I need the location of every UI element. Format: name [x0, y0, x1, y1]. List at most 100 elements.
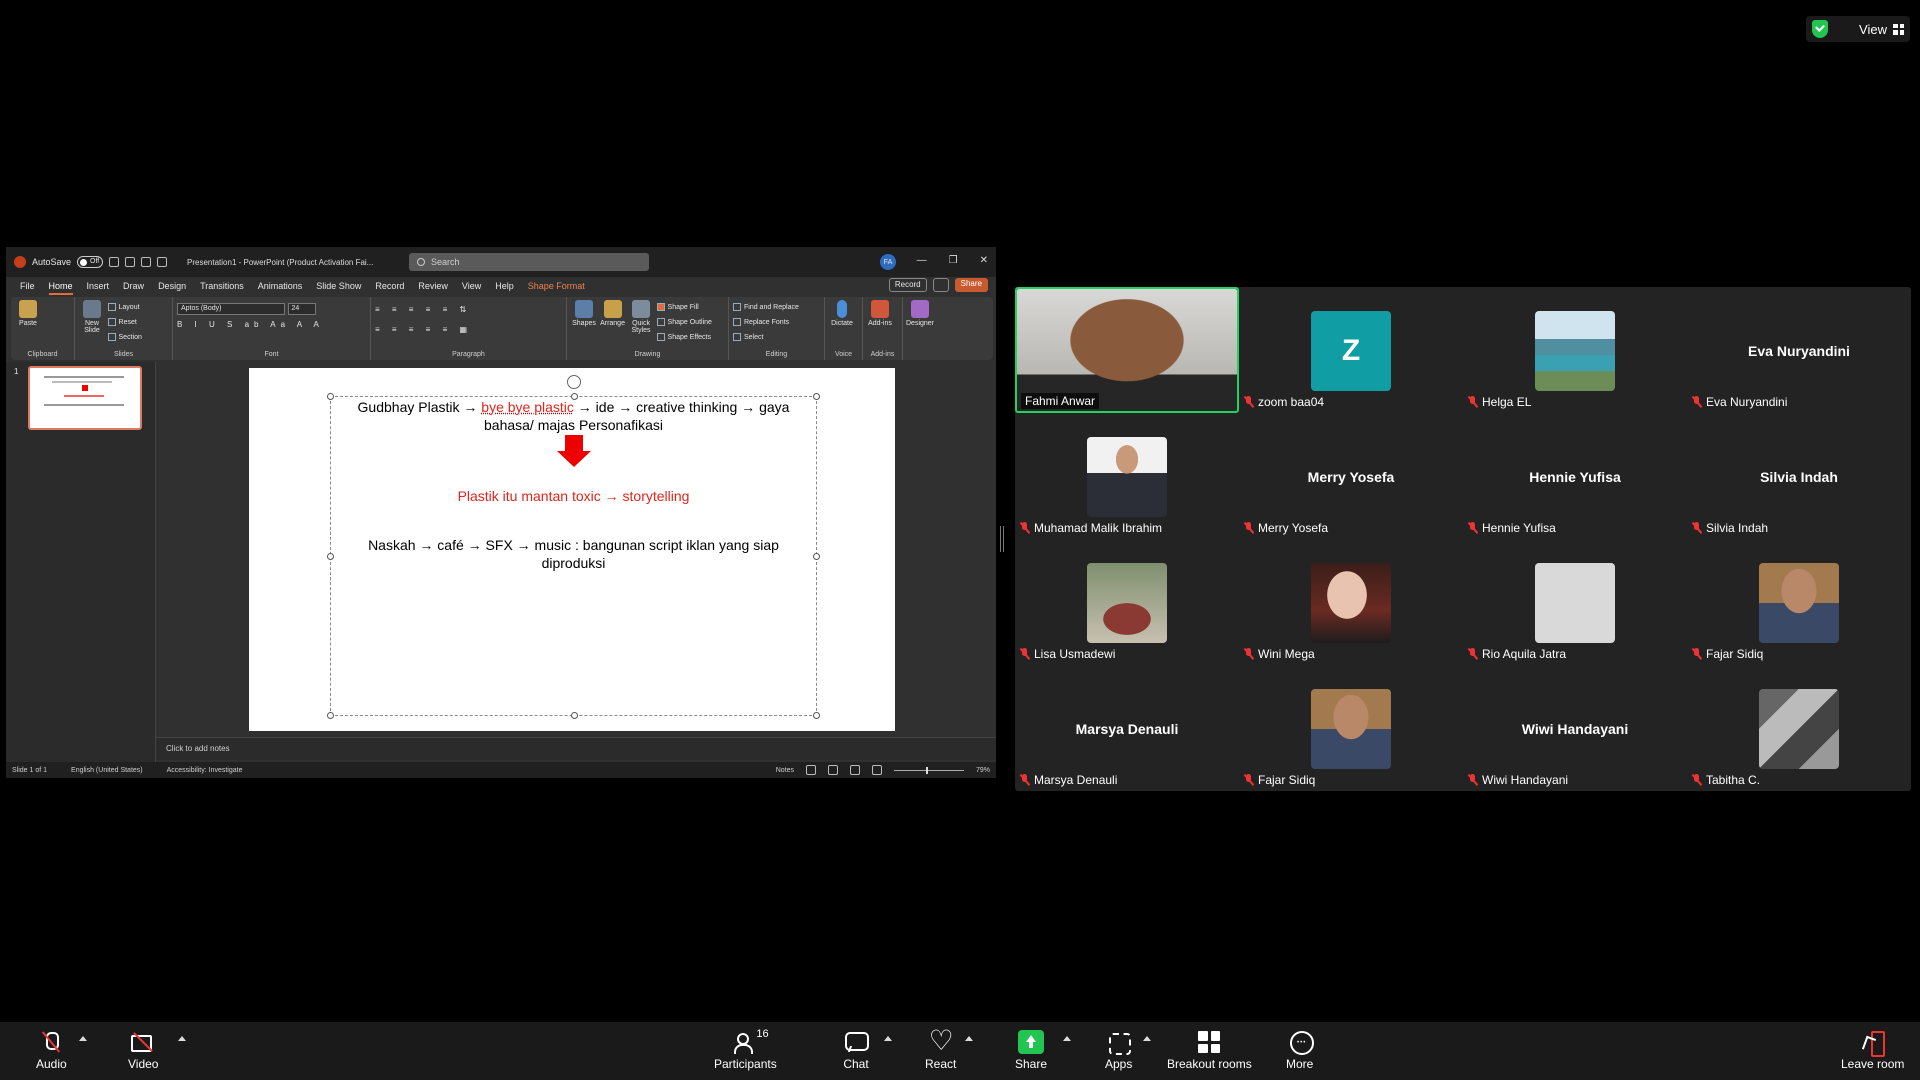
participant-tile[interactable]: Fahmi Anwar — [1015, 287, 1239, 413]
react-options-caret[interactable] — [965, 1036, 973, 1041]
undo-icon[interactable] — [125, 257, 136, 267]
share-button[interactable]: Share — [954, 278, 988, 292]
view-button[interactable]: View — [1859, 22, 1904, 37]
list-buttons[interactable]: ≡ ≡ ≡ ≡ ≡ ⇅ — [375, 300, 562, 320]
react-button[interactable]: React — [925, 1024, 956, 1071]
participant-tile[interactable]: Helga EL — [1463, 287, 1687, 413]
restore-icon[interactable]: ❐ — [949, 255, 958, 266]
ppt-search-box[interactable]: Search — [409, 253, 649, 271]
close-icon[interactable]: ✕ — [980, 255, 988, 266]
autosave-toggle[interactable]: Off — [77, 256, 104, 268]
participant-tile[interactable]: Fajar Sidiq — [1687, 539, 1911, 665]
reset-button[interactable]: Reset — [107, 315, 142, 330]
paste-button[interactable]: Paste — [15, 300, 41, 327]
font-size-select[interactable]: 24 — [287, 303, 316, 315]
new-slide-button[interactable]: New Slide — [79, 300, 105, 334]
audio-options-caret[interactable] — [79, 1036, 87, 1041]
designer-button[interactable]: Designer — [906, 300, 934, 327]
slide-thumbnail[interactable] — [28, 366, 142, 430]
tab-record[interactable]: Record — [375, 281, 404, 291]
resize-handle[interactable] — [571, 712, 578, 719]
tab-review[interactable]: Review — [418, 281, 448, 291]
apps-button[interactable]: Apps — [1105, 1030, 1132, 1071]
redo-icon[interactable] — [141, 257, 152, 267]
leave-room-button[interactable]: Leave room — [1841, 1030, 1904, 1071]
accessibility-status[interactable]: Accessibility: Investigate — [167, 767, 243, 774]
select-button[interactable]: Select — [733, 330, 820, 345]
arrange-button[interactable]: Arrange — [600, 300, 626, 327]
present-icon[interactable] — [157, 257, 168, 267]
video-button[interactable]: Video — [128, 1030, 158, 1071]
rotate-handle[interactable] — [567, 375, 581, 389]
participant-tile[interactable]: Rio Aquila Jatra — [1463, 539, 1687, 665]
participant-tile[interactable]: Eva Nuryandini Eva Nuryandini — [1687, 287, 1911, 413]
tab-transitions[interactable]: Transitions — [200, 281, 244, 291]
video-options-caret[interactable] — [178, 1036, 186, 1041]
tab-view[interactable]: View — [462, 281, 481, 291]
reading-view-icon[interactable] — [849, 765, 860, 775]
tab-shape-format[interactable]: Shape Format — [528, 281, 585, 291]
tab-file[interactable]: File — [20, 281, 35, 291]
participant-tile[interactable]: Muhamad Malik Ibrahim — [1015, 413, 1239, 539]
addins-button[interactable]: Add-ins — [867, 300, 893, 327]
participant-tile[interactable]: Hennie Yufisa Hennie Yufisa — [1463, 413, 1687, 539]
zoom-slider[interactable] — [893, 766, 964, 774]
tab-design[interactable]: Design — [158, 281, 186, 291]
participant-tile[interactable]: Lisa Usmadewi — [1015, 539, 1239, 665]
record-button[interactable]: Record — [888, 278, 927, 292]
chat-button[interactable]: Chat — [843, 1030, 869, 1071]
tab-home[interactable]: Home — [48, 281, 73, 295]
minimize-icon[interactable]: — — [917, 255, 927, 266]
notes-toggle[interactable]: Notes — [776, 767, 794, 774]
resize-handle[interactable] — [813, 712, 820, 719]
participant-tile[interactable]: Merry Yosefa Merry Yosefa — [1239, 413, 1463, 539]
zoom-level[interactable]: 79% — [976, 767, 990, 774]
audio-button[interactable]: Audio — [36, 1030, 67, 1071]
tab-help[interactable]: Help — [495, 281, 514, 291]
more-button[interactable]: More — [1286, 1030, 1314, 1071]
tab-draw[interactable]: Draw — [123, 281, 144, 291]
quick-styles-button[interactable]: Quick Styles — [628, 300, 654, 334]
participants-button[interactable]: 16 Participants — [714, 1028, 777, 1071]
section-button[interactable]: Section — [107, 330, 142, 345]
notes-pane[interactable]: Click to add notes — [156, 737, 996, 760]
shape-effects-button[interactable]: Shape Effects — [656, 330, 712, 345]
selected-text-box[interactable]: Gudbhay Plastik → bye bye plastic → ide … — [327, 375, 820, 719]
save-icon[interactable] — [109, 257, 120, 267]
replace-fonts-button[interactable]: Replace Fonts — [733, 315, 820, 330]
alignment-buttons[interactable]: ≡ ≡ ≡ ≡ ≡ ▦ — [375, 320, 562, 340]
tab-animations[interactable]: Animations — [258, 281, 303, 291]
font-format-buttons[interactable]: B I U S ab Aa A A — [177, 315, 366, 335]
comments-icon[interactable] — [932, 278, 949, 292]
breakout-rooms-button[interactable]: Breakout rooms — [1167, 1030, 1252, 1071]
apps-options-caret[interactable] — [1143, 1036, 1151, 1041]
share-options-caret[interactable] — [1063, 1036, 1071, 1041]
shape-outline-button[interactable]: Shape Outline — [656, 315, 712, 330]
chat-options-caret[interactable] — [884, 1036, 892, 1041]
layout-button[interactable]: Layout — [107, 300, 142, 315]
language-status[interactable]: English (United States) — [71, 767, 143, 774]
font-name-select[interactable]: Aptos (Body) — [177, 303, 285, 315]
normal-view-icon[interactable] — [805, 765, 816, 775]
dictate-button[interactable]: Dictate — [829, 300, 855, 327]
shapes-button[interactable]: Shapes — [571, 300, 597, 327]
slideshow-icon[interactable] — [871, 765, 882, 775]
participant-tile[interactable]: Zzoom baa04 — [1239, 287, 1463, 413]
shape-fill-button[interactable]: Shape Fill — [656, 300, 712, 315]
share-screen-button[interactable]: Share — [1015, 1030, 1047, 1071]
participant-tile[interactable]: Wiwi Handayani Wiwi Handayani — [1463, 665, 1687, 791]
participant-tile[interactable]: Marsya Denauli Marsya Denauli — [1015, 665, 1239, 791]
slide-sorter-icon[interactable] — [827, 765, 838, 775]
participant-tile[interactable]: Fajar Sidiq — [1239, 665, 1463, 791]
participant-tile[interactable]: Tabitha C. — [1687, 665, 1911, 791]
split-view-resize-handle[interactable] — [1000, 526, 1004, 552]
user-avatar[interactable]: FA — [880, 254, 896, 270]
participant-tile[interactable]: Wini Mega — [1239, 539, 1463, 665]
slide-canvas[interactable]: Gudbhay Plastik → bye bye plastic → ide … — [249, 368, 895, 731]
resize-handle[interactable] — [327, 712, 334, 719]
participant-tile[interactable]: Silvia Indah Silvia Indah — [1687, 413, 1911, 539]
tab-insert[interactable]: Insert — [87, 281, 110, 291]
find-replace-button[interactable]: Find and Replace — [733, 300, 820, 315]
encryption-shield-icon[interactable] — [1812, 20, 1828, 38]
tab-slide-show[interactable]: Slide Show — [316, 281, 361, 291]
